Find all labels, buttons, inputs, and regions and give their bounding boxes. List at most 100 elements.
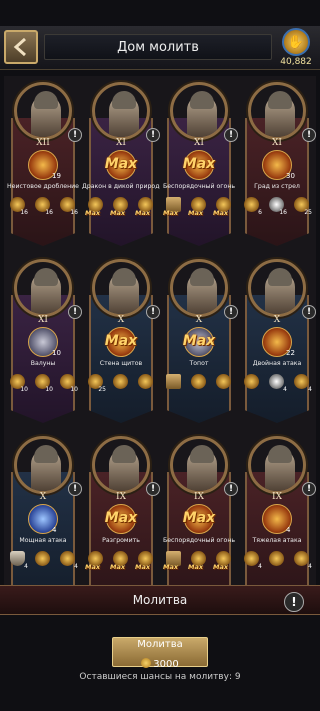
equipment-slot[interactable]: 25: [292, 196, 312, 216]
equipment-slot[interactable]: Max: [163, 550, 184, 571]
hero-portrait[interactable]: [14, 436, 72, 494]
hero-portrait[interactable]: [92, 259, 150, 317]
info-icon[interactable]: !: [224, 128, 238, 142]
hero-portrait[interactable]: [248, 259, 306, 317]
hero-card[interactable]: XI ! Max Дракон в дикой природе Max Max …: [82, 76, 163, 253]
info-icon[interactable]: !: [68, 482, 82, 496]
hero-card[interactable]: X ! Max Топот: [160, 253, 238, 430]
skill-count: 4: [52, 526, 57, 534]
equipment-slot[interactable]: 4: [292, 373, 312, 393]
equipment-slot[interactable]: Max: [135, 196, 156, 217]
hero-grid: XII ! 19 Неистовое дробление 16 16 16 XI…: [4, 76, 316, 607]
equipment-slot[interactable]: [111, 373, 131, 391]
item-max-label: Max: [85, 209, 101, 217]
hero-helmet: [268, 268, 292, 286]
equipment-slot[interactable]: 16: [33, 196, 53, 216]
info-icon[interactable]: !: [302, 305, 316, 319]
coin-icon: [138, 374, 153, 389]
info-icon[interactable]: !: [146, 305, 160, 319]
equipment-slot[interactable]: 4: [8, 550, 28, 570]
hero-portrait[interactable]: [248, 436, 306, 494]
equipment-slot[interactable]: [189, 373, 209, 391]
currency-display[interactable]: ✋ 40,882: [276, 28, 316, 70]
hero-card[interactable]: X ! 22 Двойная атака 4 4: [238, 253, 316, 430]
hero-card[interactable]: IX ! Max Беспорядочный огонь Max Max Max: [160, 430, 238, 607]
item-count: 4: [283, 386, 287, 393]
hero-card[interactable]: IX ! Max Разгромить Max Max Max: [82, 430, 160, 607]
hero-portrait[interactable]: [248, 82, 306, 140]
info-icon[interactable]: !: [68, 305, 82, 319]
eye-icon: [269, 374, 284, 389]
equipment-slot[interactable]: Max: [85, 550, 106, 571]
hero-portrait[interactable]: [92, 436, 150, 494]
item-count: 4: [24, 563, 28, 570]
hero-card[interactable]: X ! 4 Мощная атака 4 4: [4, 430, 82, 607]
info-icon[interactable]: !: [224, 482, 238, 496]
hero-card[interactable]: XI ! 10 Валуны 10 10 10: [4, 253, 82, 430]
hero-card[interactable]: XI ! Max Беспорядочный огонь Max Max Max: [160, 76, 238, 253]
equipment-slot[interactable]: 16: [267, 196, 287, 216]
info-icon[interactable]: !: [68, 128, 82, 142]
prayer-coin-icon: ✋: [282, 28, 310, 56]
equipment-slot[interactable]: Max: [135, 550, 156, 571]
equipment-slot[interactable]: Max: [188, 196, 209, 217]
equipment-slot[interactable]: 10: [33, 373, 53, 393]
pray-button[interactable]: Молитва 3000: [112, 637, 208, 670]
coin-icon: [244, 197, 259, 212]
hero-card[interactable]: X ! Max Стена щитов 25: [82, 253, 160, 430]
equipment-slot[interactable]: 16: [58, 196, 78, 216]
equipment-slot[interactable]: [33, 550, 53, 568]
equipment-slot[interactable]: Max: [163, 196, 184, 217]
hero-portrait[interactable]: [14, 82, 72, 140]
skill-name: Двойная атака: [252, 360, 302, 367]
hero-portrait[interactable]: [170, 436, 228, 494]
hero-card[interactable]: IX ! 4 Тяжелая атака 4 4: [238, 430, 316, 607]
currency-value: 40,882: [280, 57, 312, 67]
equipment-slot[interactable]: [267, 550, 287, 568]
equipment-slot[interactable]: 6: [242, 196, 262, 216]
prayer-info-icon[interactable]: !: [284, 592, 304, 612]
equipment-slot[interactable]: [242, 373, 262, 391]
equipment-slot[interactable]: 10: [8, 373, 28, 393]
skill-name: Валуны: [30, 360, 56, 367]
item-max-label: Max: [213, 209, 229, 217]
equipment-slot[interactable]: 25: [86, 373, 106, 393]
equipment-row: 16 16 16: [8, 196, 78, 216]
equipment-slot[interactable]: 4: [58, 550, 78, 570]
hero-portrait[interactable]: [170, 82, 228, 140]
hero-card[interactable]: XII ! 19 Неистовое дробление 16 16 16: [4, 76, 82, 253]
coin-icon: [244, 551, 259, 566]
info-icon[interactable]: !: [146, 128, 160, 142]
info-icon[interactable]: !: [302, 482, 316, 496]
equipment-slot[interactable]: 16: [8, 196, 28, 216]
info-icon[interactable]: !: [146, 482, 160, 496]
back-button[interactable]: [4, 30, 38, 64]
item-max-label: Max: [163, 209, 179, 217]
hero-helmet: [112, 268, 136, 286]
hero-portrait[interactable]: [92, 82, 150, 140]
item-max-label: Max: [213, 563, 229, 571]
hero-portrait[interactable]: [14, 259, 72, 317]
back-arrow-icon: [13, 37, 26, 57]
hero-portrait[interactable]: [170, 259, 228, 317]
prayer-bar-label: Молитва: [132, 593, 188, 607]
hero-helmet: [112, 91, 136, 109]
info-icon[interactable]: !: [224, 305, 238, 319]
equipment-slot[interactable]: [136, 373, 156, 391]
equipment-slot[interactable]: 10: [58, 373, 78, 393]
equipment-slot[interactable]: Max: [110, 196, 131, 217]
item-count: 16: [279, 209, 287, 216]
equipment-slot[interactable]: 4: [242, 550, 262, 570]
equipment-row: 4 4: [242, 373, 312, 393]
info-icon[interactable]: !: [302, 128, 316, 142]
equipment-slot[interactable]: Max: [213, 550, 234, 571]
equipment-slot[interactable]: Max: [188, 550, 209, 571]
equipment-slot[interactable]: Max: [213, 196, 234, 217]
hero-card[interactable]: XI ! 30 Град из стрел 6 16 25: [238, 76, 316, 253]
equipment-slot[interactable]: 4: [292, 550, 312, 570]
equipment-slot[interactable]: Max: [85, 196, 106, 217]
equipment-slot[interactable]: [214, 373, 234, 391]
equipment-slot[interactable]: Max: [110, 550, 131, 571]
equipment-slot[interactable]: [164, 373, 184, 391]
equipment-slot[interactable]: 4: [267, 373, 287, 393]
